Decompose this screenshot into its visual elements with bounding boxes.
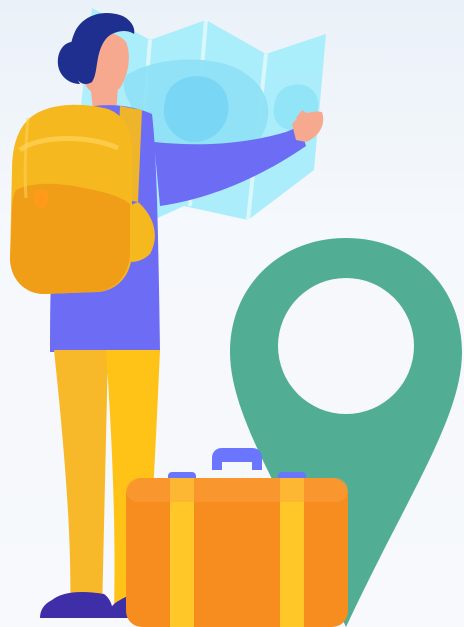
illustration-canvas: [0, 0, 464, 627]
travel-illustration: [10, 8, 462, 627]
backpack-icon: [10, 104, 132, 294]
